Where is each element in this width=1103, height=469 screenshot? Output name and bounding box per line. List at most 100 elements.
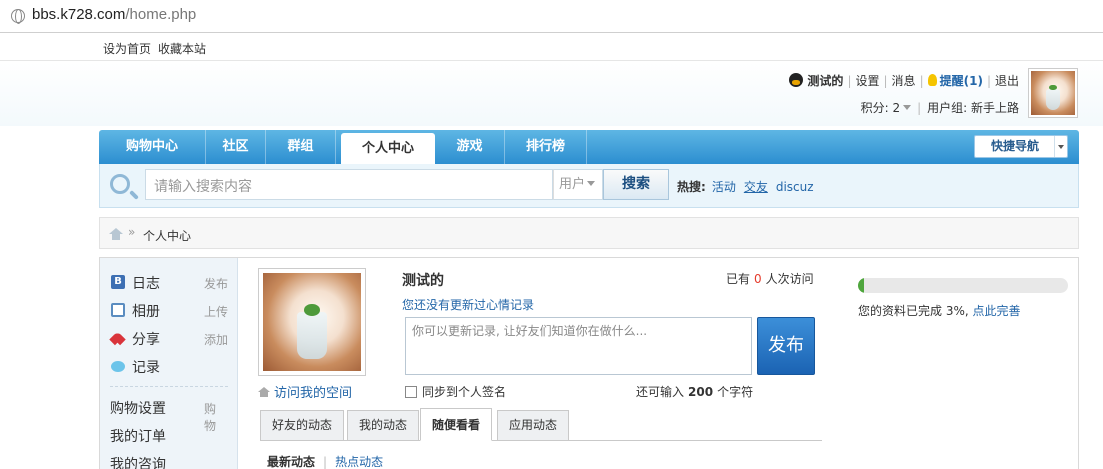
- search-bar: 请输入搜索内容 用户 搜索 热搜: 活动 交友 discuz: [99, 164, 1079, 208]
- quick-nav-button[interactable]: 快捷导航: [974, 135, 1068, 158]
- visit-count-suffix: 人次访问: [765, 272, 814, 286]
- search-button[interactable]: 搜索: [603, 169, 669, 200]
- feed-subtabs: 最新动态 | 热点动态: [267, 455, 384, 469]
- mood-link[interactable]: 您还没有更新过心情记录: [402, 296, 534, 313]
- search-type-select[interactable]: 用户: [553, 169, 603, 200]
- subtab-latest[interactable]: 最新动态: [267, 455, 315, 469]
- chevron-down-icon: [903, 105, 912, 110]
- set-home-link[interactable]: 设为首页: [103, 40, 151, 57]
- sidebar-item-action[interactable]: 发布: [204, 275, 228, 292]
- url-host: bbs.k728.com: [32, 6, 126, 23]
- subtab-hot[interactable]: 热点动态: [335, 455, 383, 469]
- profile-avatar-image: [263, 273, 361, 371]
- hot-search: 热搜: 活动 交友 discuz: [677, 178, 822, 195]
- settings-link[interactable]: 设置: [855, 74, 879, 88]
- username-link[interactable]: 测试的: [807, 74, 843, 88]
- sync-label: 同步到个人签名: [422, 385, 507, 399]
- points-menu[interactable]: 积分: 2: [861, 101, 912, 115]
- main-panel: B 日志 发布 相册 上传 分享 添加 记录 购物设置 购物 我的订单 我的咨询 …: [99, 257, 1079, 469]
- nav-item-community[interactable]: 社区: [206, 130, 266, 164]
- avatar-image: [1031, 71, 1075, 115]
- home-icon: [258, 387, 270, 397]
- sidebar-item-shop-settings[interactable]: 购物设置 购物: [110, 398, 216, 433]
- points-text: 积分: 2: [860, 101, 901, 115]
- sidebar-item-record[interactable]: 记录: [110, 356, 228, 376]
- sidebar-item-label: 记录: [132, 360, 160, 376]
- sidebar-item-consult[interactable]: 我的咨询: [110, 454, 166, 469]
- post-button[interactable]: 发布: [757, 317, 815, 375]
- breadcrumb-current[interactable]: 个人中心: [143, 227, 191, 244]
- profile-completion: 您的资料已完成 3%, 点此完善: [858, 302, 1021, 319]
- hot-term-link[interactable]: 交友: [744, 180, 768, 194]
- visit-count-prefix: 已有: [726, 272, 751, 286]
- visit-count-number: 0: [754, 272, 762, 286]
- tab-my-feed[interactable]: 我的动态: [347, 410, 420, 441]
- search-input[interactable]: 请输入搜索内容: [145, 169, 553, 200]
- sidebar-divider: [110, 386, 228, 387]
- feed-tabs: 好友的动态 我的动态 随便看看 应用动态: [260, 408, 822, 441]
- sidebar-item-label: 购物设置: [110, 401, 166, 417]
- nav-item-games[interactable]: 游戏: [435, 130, 505, 164]
- visit-space-link[interactable]: 访问我的空间: [258, 382, 352, 401]
- remind-link[interactable]: 提醒(1): [940, 74, 983, 88]
- sidebar-item-action[interactable]: 上传: [204, 303, 228, 320]
- sidebar-item-label: 相册: [132, 304, 160, 320]
- share-icon: [111, 331, 125, 345]
- char-remaining-prefix: 还可输入: [636, 385, 685, 399]
- sidebar-item-label: 日志: [132, 276, 160, 292]
- nav-item-shopping[interactable]: 购物中心: [99, 130, 206, 164]
- url-text[interactable]: bbs.k728.com/home.php: [32, 6, 196, 23]
- browser-address-bar[interactable]: bbs.k728.com/home.php: [0, 0, 1103, 33]
- breadcrumb: » 个人中心: [99, 217, 1079, 249]
- sidebar-item-orders[interactable]: 我的订单: [110, 426, 166, 446]
- hot-term-link[interactable]: discuz: [776, 180, 814, 194]
- sync-checkbox[interactable]: [405, 386, 417, 398]
- sidebar-item-album[interactable]: 相册 上传: [110, 300, 228, 320]
- sidebar-item-action[interactable]: 购物: [204, 400, 216, 434]
- nav-item-groups[interactable]: 群组: [266, 130, 336, 164]
- sidebar-item-action[interactable]: 添加: [204, 331, 228, 348]
- char-remaining-suffix: 个字符: [717, 385, 754, 399]
- sidebar-item-blog[interactable]: B 日志 发布: [110, 272, 228, 292]
- search-icon: [110, 174, 130, 194]
- hot-search-label: 热搜:: [677, 180, 706, 194]
- visit-count: 已有 0 人次访问: [726, 270, 814, 287]
- logout-link[interactable]: 退出: [995, 74, 1019, 88]
- quick-nav-label: 快捷导航: [991, 139, 1040, 153]
- record-icon: [111, 361, 125, 372]
- status-textarea[interactable]: 你可以更新记录, 让好友们知道你在做什么...: [405, 317, 752, 375]
- globe-icon: [11, 9, 25, 24]
- sidebar-item-share[interactable]: 分享 添加: [110, 328, 228, 348]
- user-info-bar: 积分: 2 | 用户组: 新手上路: [860, 101, 1019, 115]
- sync-signature-option[interactable]: 同步到个人签名: [405, 383, 506, 400]
- album-icon: [111, 303, 125, 317]
- profile-avatar[interactable]: [258, 268, 366, 376]
- profile-progress-fill: [858, 278, 865, 293]
- tab-friends-feed[interactable]: 好友的动态: [260, 410, 345, 441]
- main-nav: 购物中心 社区 群组 个人中心 游戏 排行榜 快捷导航: [99, 130, 1079, 164]
- home-icon[interactable]: [109, 228, 123, 240]
- profile-progress-bar: [858, 278, 1068, 293]
- avatar[interactable]: [1028, 68, 1078, 118]
- bookmark-link[interactable]: 收藏本站: [158, 40, 206, 57]
- top-links-bar: 设为首页 收藏本站: [0, 33, 1103, 61]
- tab-explore[interactable]: 随便看看: [420, 408, 493, 441]
- user-bar: 测试的 | 设置 | 消息 | 提醒(1) | 退出: [789, 72, 1019, 89]
- visit-space-label: 访问我的空间: [274, 386, 353, 401]
- url-path: /home.php: [125, 6, 197, 23]
- qq-icon: [789, 73, 804, 87]
- complete-profile-link[interactable]: 点此完善: [973, 304, 1021, 318]
- profile-completion-text: 您的资料已完成 3%,: [858, 304, 969, 318]
- bulb-icon: [927, 74, 937, 86]
- user-group: 用户组: 新手上路: [927, 101, 1019, 115]
- char-remaining: 还可输入 200 个字符: [636, 383, 753, 400]
- nav-item-ranking[interactable]: 排行榜: [505, 130, 587, 164]
- tab-app-feed[interactable]: 应用动态: [497, 410, 570, 441]
- nav-item-home[interactable]: 个人中心: [341, 133, 435, 164]
- chevron-down-icon: [1054, 136, 1067, 157]
- sidebar: B 日志 发布 相册 上传 分享 添加 记录 购物设置 购物 我的订单 我的咨询: [100, 258, 238, 469]
- messages-link[interactable]: 消息: [892, 74, 916, 88]
- char-remaining-count: 200: [688, 385, 714, 399]
- chevron-down-icon: [587, 181, 596, 186]
- hot-term-link[interactable]: 活动: [712, 180, 736, 194]
